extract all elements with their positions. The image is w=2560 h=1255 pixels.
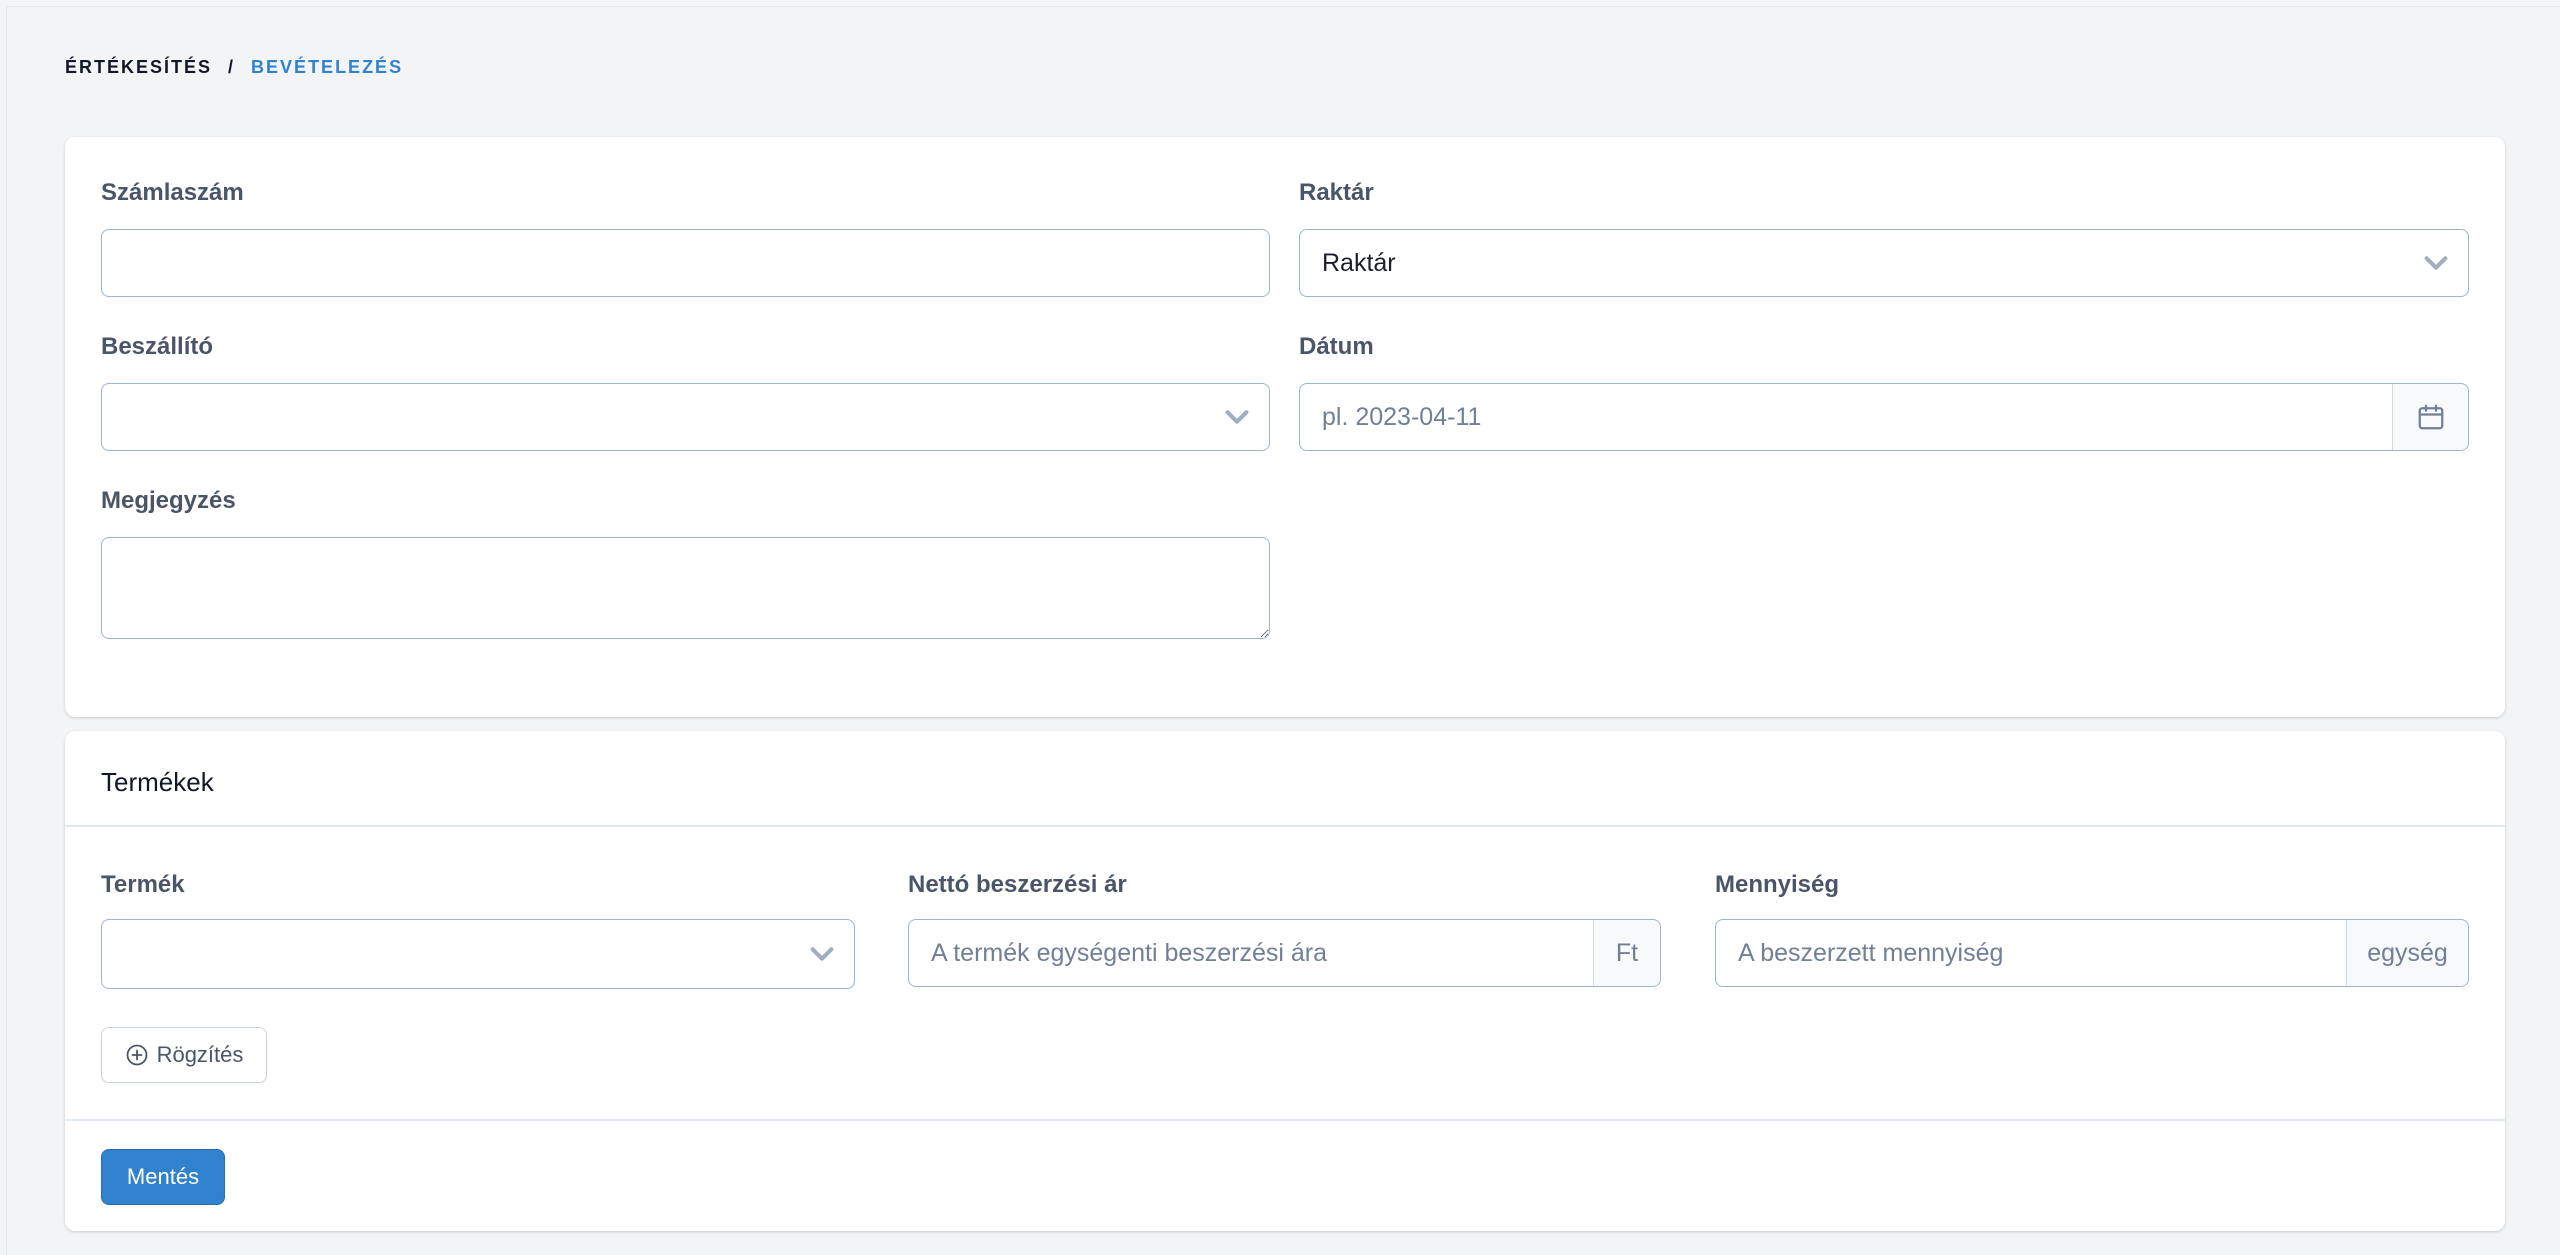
net-price-input[interactable]: A termék egységenti beszerzési ára Ft <box>908 919 1661 987</box>
products-card: Termékek Termék Nettó beszerzési ár A te… <box>65 731 2505 1231</box>
warehouse-label: Raktár <box>1299 179 1374 206</box>
breadcrumb-root[interactable]: ÉRTÉKESÍTÉS <box>65 57 212 78</box>
calendar-button[interactable] <box>2392 384 2468 450</box>
quantity-placeholder: A beszerzett mennyiség <box>1738 938 2004 967</box>
breadcrumb-separator: / <box>228 57 236 77</box>
record-button[interactable]: Rögzítés <box>101 1027 267 1083</box>
breadcrumb-current[interactable]: BEVÉTELEZÉS <box>251 57 403 78</box>
supplier-select[interactable] <box>101 383 1270 451</box>
note-label: Megjegyzés <box>101 487 236 514</box>
record-button-label: Rögzítés <box>156 1042 244 1067</box>
quantity-label: Mennyiség <box>1715 871 1840 898</box>
supplier-label: Beszállító <box>101 333 214 360</box>
page: ÉRTÉKESÍTÉS / BEVÉTELEZÉS Számlaszám Rak… <box>6 6 2560 1255</box>
save-button-label: Mentés <box>126 1164 200 1189</box>
net-price-unit-label: Ft <box>1615 938 1639 967</box>
invoice-input[interactable] <box>101 229 1270 297</box>
quantity-unit: egység <box>2346 920 2468 986</box>
net-price-label: Nettó beszerzési ár <box>908 871 1127 898</box>
quantity-input[interactable]: A beszerzett mennyiség egység <box>1715 919 2469 987</box>
plus-circle-icon <box>126 1044 147 1066</box>
calendar-icon <box>2418 404 2443 430</box>
date-placeholder: pl. 2023-04-11 <box>1322 402 1482 431</box>
products-title: Termékek <box>101 767 214 797</box>
chevron-down-icon <box>810 947 834 961</box>
quantity-unit-label: egység <box>2367 938 2448 967</box>
products-header-divider <box>65 825 2505 827</box>
product-select[interactable] <box>101 919 855 989</box>
date-input[interactable]: pl. 2023-04-11 <box>1299 383 2469 451</box>
breadcrumb: ÉRTÉKESÍTÉS / BEVÉTELEZÉS <box>65 57 403 78</box>
date-label: Dátum <box>1299 333 1374 360</box>
save-button[interactable]: Mentés <box>101 1149 225 1205</box>
net-price-placeholder: A termék egységenti beszerzési ára <box>931 938 1328 967</box>
product-label: Termék <box>101 871 185 898</box>
details-card: Számlaszám Raktár Raktár Beszállító Dátu… <box>65 137 2505 717</box>
footer-divider <box>65 1119 2505 1121</box>
chevron-down-icon <box>2424 256 2448 270</box>
net-price-unit: Ft <box>1593 920 1660 986</box>
chevron-down-icon <box>1225 410 1249 424</box>
warehouse-select[interactable]: Raktár <box>1299 229 2469 297</box>
note-textarea[interactable] <box>101 537 1270 639</box>
warehouse-value: Raktár <box>1322 248 1396 277</box>
invoice-label: Számlaszám <box>101 179 244 206</box>
